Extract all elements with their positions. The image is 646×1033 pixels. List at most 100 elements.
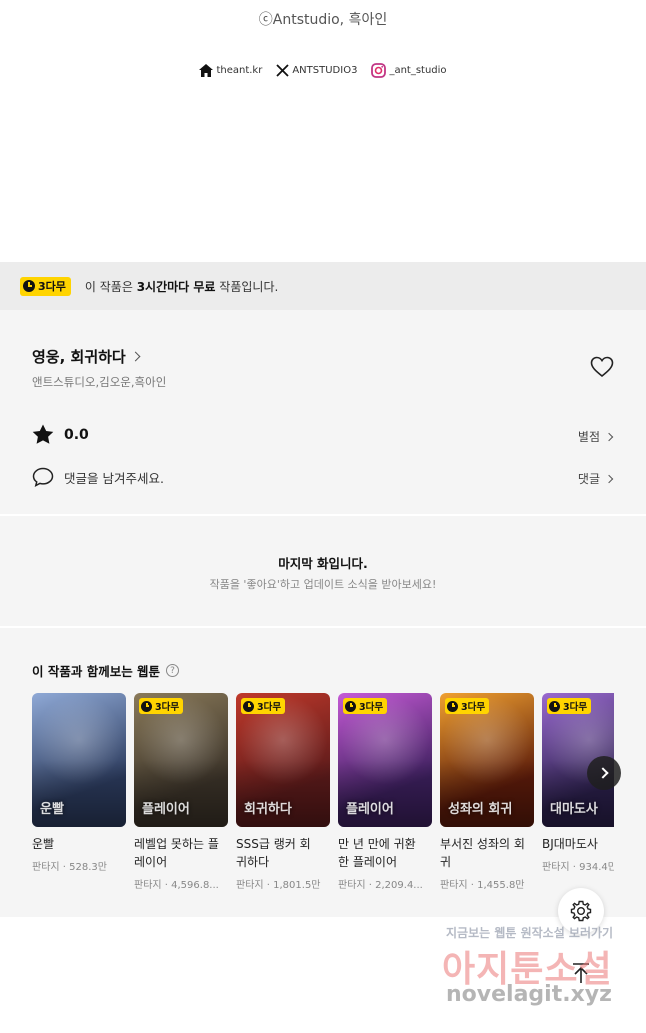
card-title-line: 부서진 성좌의 회 <box>440 837 525 851</box>
card-title-line: 레벨업 못하는 플 <box>134 837 219 851</box>
card-meta: 판타지 · 1,801.5만 <box>236 880 321 891</box>
social-label: ANTSTUDIO3 <box>292 65 358 76</box>
clock-icon <box>243 700 254 712</box>
scroll-top-button[interactable] <box>558 950 604 996</box>
last-episode-subtitle: 작품을 '좋아요'하고 업데이트 소식을 받아보세요! <box>209 578 437 591</box>
notice-prefix: 이 작품은 <box>84 279 137 294</box>
chevron-right-icon <box>604 432 614 441</box>
wait-free-badge: 3다무 <box>445 698 490 714</box>
comments-button[interactable]: 댓글 <box>577 470 614 487</box>
card-title-line: 귀 <box>440 855 452 869</box>
wait-free-badge: 3다무 <box>343 698 388 714</box>
chevron-right-icon <box>604 474 614 483</box>
clock-icon <box>23 280 35 292</box>
work-authors: 앤트스튜디오,김오운,흑아인 <box>32 375 167 389</box>
card-title-line: 만 년 만에 귀환 <box>338 837 416 851</box>
badge-label: 3다무 <box>461 702 486 713</box>
cover-title-art: 플레이어 <box>142 801 190 817</box>
home-icon <box>199 64 214 77</box>
card-meta: 판타지 · 528.3만 <box>32 862 107 873</box>
social-label: _ant_studio <box>389 65 447 76</box>
x-logo-icon <box>276 64 289 77</box>
card-title-line: 운빨 <box>32 837 55 851</box>
recommend-carousel: 운빨 운빨 판타지 · 528.3만 플레이어 3다무 레벨업 못하는 플 레이어 판타지 ·… <box>32 693 614 893</box>
settings-button[interactable] <box>558 888 604 934</box>
card-meta: 판타지 · 2,209.4... <box>338 880 423 891</box>
wait-free-badge: 3다무 <box>139 698 184 714</box>
speech-bubble-icon <box>32 467 54 487</box>
card-meta: 판타지 · 4,596.8... <box>134 880 219 891</box>
badge-label: 3다무 <box>38 280 66 293</box>
card-title-line: 한 플레이어 <box>338 855 398 869</box>
badge-label: 3다무 <box>257 702 282 713</box>
social-label: theant.kr <box>216 65 263 76</box>
card-title: 부서진 성좌의 회귀 <box>440 835 534 871</box>
cover-title-art: 플레이어 <box>346 801 394 817</box>
social-link-website[interactable]: theant.kr <box>199 64 262 77</box>
gear-icon <box>570 900 592 922</box>
cover-thumbnail: 회귀하다 3다무 <box>236 693 330 827</box>
notice-text: 이 작품은 3시간마다 무료 작품입니다. <box>85 278 278 295</box>
recommend-heading-text: 이 작품과 함께보는 웹툰 <box>32 664 161 679</box>
recommend-card[interactable]: 회귀하다 3다무 SSS급 랭커 회귀하다판타지 · 1,801.5만 <box>236 693 330 891</box>
social-link-x[interactable]: ANTSTUDIO3 <box>276 64 357 77</box>
wait-free-badge: 3다무 <box>20 276 71 296</box>
wait-free-badge: 3다무 <box>241 698 286 714</box>
social-link-instagram[interactable]: _ant_studio <box>371 63 447 78</box>
copyright-credit: ⓒAntstudio, 흑아인 <box>258 12 388 28</box>
rate-label: 별점 <box>577 430 600 444</box>
comments-label: 댓글 <box>577 472 600 486</box>
cover-title-art: 회귀하다 <box>244 801 292 817</box>
card-title-line: 레이어 <box>134 855 168 869</box>
social-links: theant.kr ANTSTUDIO3 _ant_studio <box>0 63 646 78</box>
rate-button[interactable]: 별점 <box>577 428 614 445</box>
clock-icon <box>345 700 356 712</box>
recommend-card[interactable]: 플레이어 3다무만 년 만에 귀환한 플레이어판타지 · 2,209.4... <box>338 693 432 891</box>
arrow-up-icon <box>573 963 589 983</box>
card-title-line: BJ대마도사 <box>542 837 598 851</box>
work-title: 영웅, 회귀하다 <box>32 348 126 366</box>
site-watermark: 지금보는 웹툰 원작소설 보러가기 아지툰소설 novelagit.xyz <box>440 924 640 1024</box>
help-icon[interactable]: ? <box>166 664 180 677</box>
cover-title-art: 운빨 <box>40 801 64 817</box>
chevron-right-icon <box>596 767 609 779</box>
card-title: 운빨 <box>32 835 126 853</box>
notice-bold: 3시간마다 무료 <box>136 279 216 294</box>
wait-free-badge: 3다무 <box>547 698 592 714</box>
cover-thumbnail: 플레이어 3다무 <box>338 693 432 827</box>
recommend-card[interactable]: 성좌의 회귀 3다무부서진 성좌의 회귀판타지 · 1,455.8만 <box>440 693 534 891</box>
free-notice-bar: 3다무 이 작품은 3시간마다 무료 작품입니다. <box>0 262 646 310</box>
carousel-next-button[interactable] <box>587 756 621 790</box>
chevron-right-icon <box>130 351 141 362</box>
clock-icon <box>549 700 560 712</box>
rating-row: 0.0 <box>32 424 89 445</box>
card-meta: 판타지 · 1,455.8만 <box>440 880 525 891</box>
comment-prompt[interactable]: 댓글을 남겨주세요. <box>32 467 164 487</box>
last-episode-title: 마지막 화입니다. <box>278 556 368 571</box>
section-divider <box>0 514 646 516</box>
card-title: SSS급 랭커 회귀하다 <box>236 835 330 871</box>
star-icon <box>32 424 54 444</box>
notice-suffix: 작품입니다. <box>215 279 279 294</box>
clock-icon <box>447 700 458 712</box>
badge-label: 3다무 <box>155 702 180 713</box>
cover-title-art: 대마도사 <box>550 801 598 817</box>
recommend-card[interactable]: 플레이어 3다무레벨업 못하는 플레이어판타지 · 4,596.8... <box>134 693 228 891</box>
card-title: 만 년 만에 귀환한 플레이어 <box>338 835 432 871</box>
comment-prompt-text: 댓글을 남겨주세요. <box>64 470 164 486</box>
card-title-line: 귀하다 <box>236 855 270 869</box>
card-meta: 판타지 · 934.4만 <box>542 862 614 873</box>
cover-title-art: 성좌의 회귀 <box>448 801 513 817</box>
work-title-link[interactable]: 영웅, 회귀하다 <box>32 346 141 367</box>
cover-thumbnail: 플레이어 3다무 <box>134 693 228 827</box>
recommend-heading: 이 작품과 함께보는 웹툰 ? <box>32 661 180 680</box>
recommend-card[interactable]: 운빨 운빨 판타지 · 528.3만 <box>32 693 126 873</box>
cover-thumbnail: 성좌의 회귀 3다무 <box>440 693 534 827</box>
card-title-line: SSS급 랭커 회 <box>236 837 311 851</box>
clock-icon <box>141 700 152 712</box>
card-title: 레벨업 못하는 플레이어 <box>134 835 228 871</box>
heart-icon[interactable] <box>590 356 614 378</box>
card-title: BJ대마도사 <box>542 835 614 853</box>
badge-label: 3다무 <box>563 702 588 713</box>
section-divider <box>0 626 646 628</box>
